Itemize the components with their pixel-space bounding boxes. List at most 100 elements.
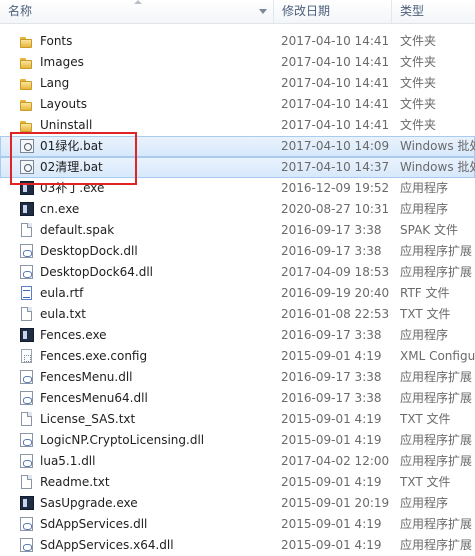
file-row[interactable]: Uninstall 2017-04-10 14:41 文件夹 <box>0 115 475 136</box>
file-type: TXT 文件 <box>400 307 451 321</box>
file-modified-date: 2020-08-27 10:31 <box>281 202 390 216</box>
file-type: 应用程序扩展 <box>400 370 473 384</box>
file-row[interactable]: eula.txt 2016-01-08 22:53 TXT 文件 <box>0 304 475 325</box>
file-name[interactable]: SdAppServices.dll <box>40 514 147 535</box>
file-name[interactable]: 03补丁.exe <box>40 178 104 199</box>
file-row[interactable]: 02清理.bat 2017-04-10 14:37 Windows 批处 <box>0 157 475 178</box>
file-modified-date: 2015-09-01 4:19 <box>281 433 382 447</box>
column-header-name-label: 名称 <box>8 4 33 18</box>
file-row[interactable]: DesktopDock64.dll 2017-04-09 18:53 应用程序扩展 <box>0 262 475 283</box>
file-row[interactable]: DesktopDock.dll 2016-09-17 3:38 应用程序扩展 <box>0 241 475 262</box>
file-name[interactable]: Images <box>40 52 84 73</box>
file-name[interactable]: LogicNP.CryptoLicensing.dll <box>40 430 204 451</box>
file-name[interactable]: Fences.exe.config <box>40 346 147 367</box>
file-name[interactable]: SdAppServices.x64.dll <box>40 535 174 556</box>
file-name[interactable]: DesktopDock64.dll <box>40 262 153 283</box>
batch-file-icon <box>20 139 34 153</box>
config-icon <box>21 349 32 363</box>
dll-icon <box>20 370 33 384</box>
file-row[interactable]: Layouts 2017-04-10 14:41 文件夹 <box>0 94 475 115</box>
file-type: 应用程序扩展 <box>400 265 473 279</box>
dll-icon <box>20 454 33 468</box>
file-type: 文件夹 <box>400 34 437 48</box>
folder-icon <box>19 76 34 91</box>
file-row[interactable]: eula.rtf 2016-09-19 20:40 RTF 文件 <box>0 283 475 304</box>
column-header-date[interactable]: 修改日期 <box>274 0 392 23</box>
file-row[interactable]: Lang 2017-04-10 14:41 文件夹 <box>0 73 475 94</box>
file-row[interactable]: Readme.txt 2015-09-01 4:19 TXT 文件 <box>0 472 475 493</box>
file-row[interactable]: 03补丁.exe 2016-12-09 19:52 应用程序 <box>0 178 475 199</box>
column-header-type-label: 类型 <box>400 4 425 18</box>
file-modified-date: 2017-04-02 12:00 <box>281 454 390 468</box>
file-type: 文件夹 <box>400 55 437 69</box>
file-row[interactable]: lua5.1.dll 2017-04-02 12:00 应用程序扩展 <box>0 451 475 472</box>
file-row[interactable]: Fences.exe 2016-09-17 3:38 应用程序 <box>0 325 475 346</box>
file-modified-date: 2016-09-17 3:38 <box>281 370 382 384</box>
file-modified-date: 2015-09-01 4:19 <box>281 475 382 489</box>
batch-file-icon <box>20 160 34 174</box>
file-modified-date: 2015-09-01 4:19 <box>281 538 382 552</box>
file-modified-date: 2015-09-01 4:19 <box>281 517 382 531</box>
file-name[interactable]: Readme.txt <box>40 472 110 493</box>
file-row[interactable]: cn.exe 2020-08-27 10:31 应用程序 <box>0 199 475 220</box>
file-modified-date: 2016-09-17 3:38 <box>281 223 382 237</box>
file-modified-date: 2015-09-01 4:19 <box>281 349 382 363</box>
rtf-icon <box>21 286 32 300</box>
file-type: 应用程序扩展 <box>400 433 473 447</box>
file-row[interactable]: LogicNP.CryptoLicensing.dll 2015-09-01 4:… <box>0 430 475 451</box>
file-name[interactable]: Layouts <box>40 94 87 115</box>
column-header-name[interactable]: 名称 <box>0 0 274 23</box>
file-type: 文件夹 <box>400 118 437 132</box>
file-type: 应用程序 <box>400 496 449 510</box>
file-name[interactable]: Lang <box>40 73 69 94</box>
file-type: 应用程序 <box>400 328 449 342</box>
column-header-type[interactable]: 类型 <box>392 0 475 23</box>
file-modified-date: 2016-12-09 19:52 <box>281 181 390 195</box>
folder-icon <box>19 55 34 70</box>
file-type: SPAK 文件 <box>400 223 458 237</box>
exe-icon <box>20 328 34 342</box>
exe-icon <box>20 202 34 216</box>
file-type: 应用程序扩展 <box>400 391 473 405</box>
file-name[interactable]: eula.rtf <box>40 283 83 304</box>
file-row[interactable]: FencesMenu64.dll 2016-09-17 3:38 应用程序扩展 <box>0 388 475 409</box>
file-type: 应用程序扩展 <box>400 454 473 468</box>
file-modified-date: 2017-04-10 14:41 <box>281 76 390 90</box>
file-list: Fonts 2017-04-10 14:41 文件夹 Images 2017-04-10… <box>0 31 475 556</box>
file-row[interactable]: FencesMenu.dll 2016-09-17 3:38 应用程序扩展 <box>0 367 475 388</box>
file-row[interactable]: Fences.exe.config 2015-09-01 4:19 XML Conf… <box>0 346 475 367</box>
file-row[interactable]: 01绿化.bat 2017-04-10 14:09 Windows 批处 <box>0 136 475 157</box>
file-type: TXT 文件 <box>400 412 451 426</box>
file-row[interactable]: Images 2017-04-10 14:41 文件夹 <box>0 52 475 73</box>
file-row[interactable]: License_SAS.txt 2015-09-01 4:19 TXT 文件 <box>0 409 475 430</box>
file-name[interactable]: 01绿化.bat <box>40 136 103 157</box>
file-row[interactable]: SdAppServices.dll 2015-09-01 4:19 应用程序扩展 <box>0 514 475 535</box>
dll-icon <box>20 244 33 258</box>
file-name[interactable]: cn.exe <box>40 199 79 220</box>
file-modified-date: 2016-01-08 22:53 <box>281 307 390 321</box>
file-name[interactable]: FencesMenu64.dll <box>40 388 148 409</box>
file-name[interactable]: default.spak <box>40 220 114 241</box>
file-row[interactable]: SdAppServices.x64.dll 2015-09-01 4:19 应用程序… <box>0 535 475 556</box>
file-name[interactable]: Uninstall <box>40 115 92 136</box>
file-modified-date: 2016-09-17 3:38 <box>281 391 382 405</box>
file-name[interactable]: Fonts <box>40 31 72 52</box>
file-name[interactable]: FencesMenu.dll <box>40 367 133 388</box>
file-name[interactable]: lua5.1.dll <box>40 451 95 472</box>
chevron-down-icon[interactable] <box>259 9 267 14</box>
file-modified-date: 2017-04-10 14:37 <box>281 160 390 174</box>
file-name[interactable]: eula.txt <box>40 304 86 325</box>
column-header-date-label: 修改日期 <box>282 4 331 18</box>
file-row[interactable]: SasUpgrade.exe 2015-09-01 20:19 应用程序 <box>0 493 475 514</box>
file-type: Windows 批处 <box>400 160 475 174</box>
file-modified-date: 2016-09-17 3:38 <box>281 244 382 258</box>
file-row[interactable]: default.spak 2016-09-17 3:38 SPAK 文件 <box>0 220 475 241</box>
file-name[interactable]: Fences.exe <box>40 325 107 346</box>
file-name[interactable]: DesktopDock.dll <box>40 241 138 262</box>
file-row[interactable]: Fonts 2017-04-10 14:41 文件夹 <box>0 31 475 52</box>
file-type: 应用程序扩展 <box>400 244 473 258</box>
file-name[interactable]: 02清理.bat <box>40 157 103 178</box>
file-modified-date: 2015-09-01 4:19 <box>281 412 382 426</box>
file-name[interactable]: License_SAS.txt <box>40 409 135 430</box>
file-name[interactable]: SasUpgrade.exe <box>40 493 138 514</box>
